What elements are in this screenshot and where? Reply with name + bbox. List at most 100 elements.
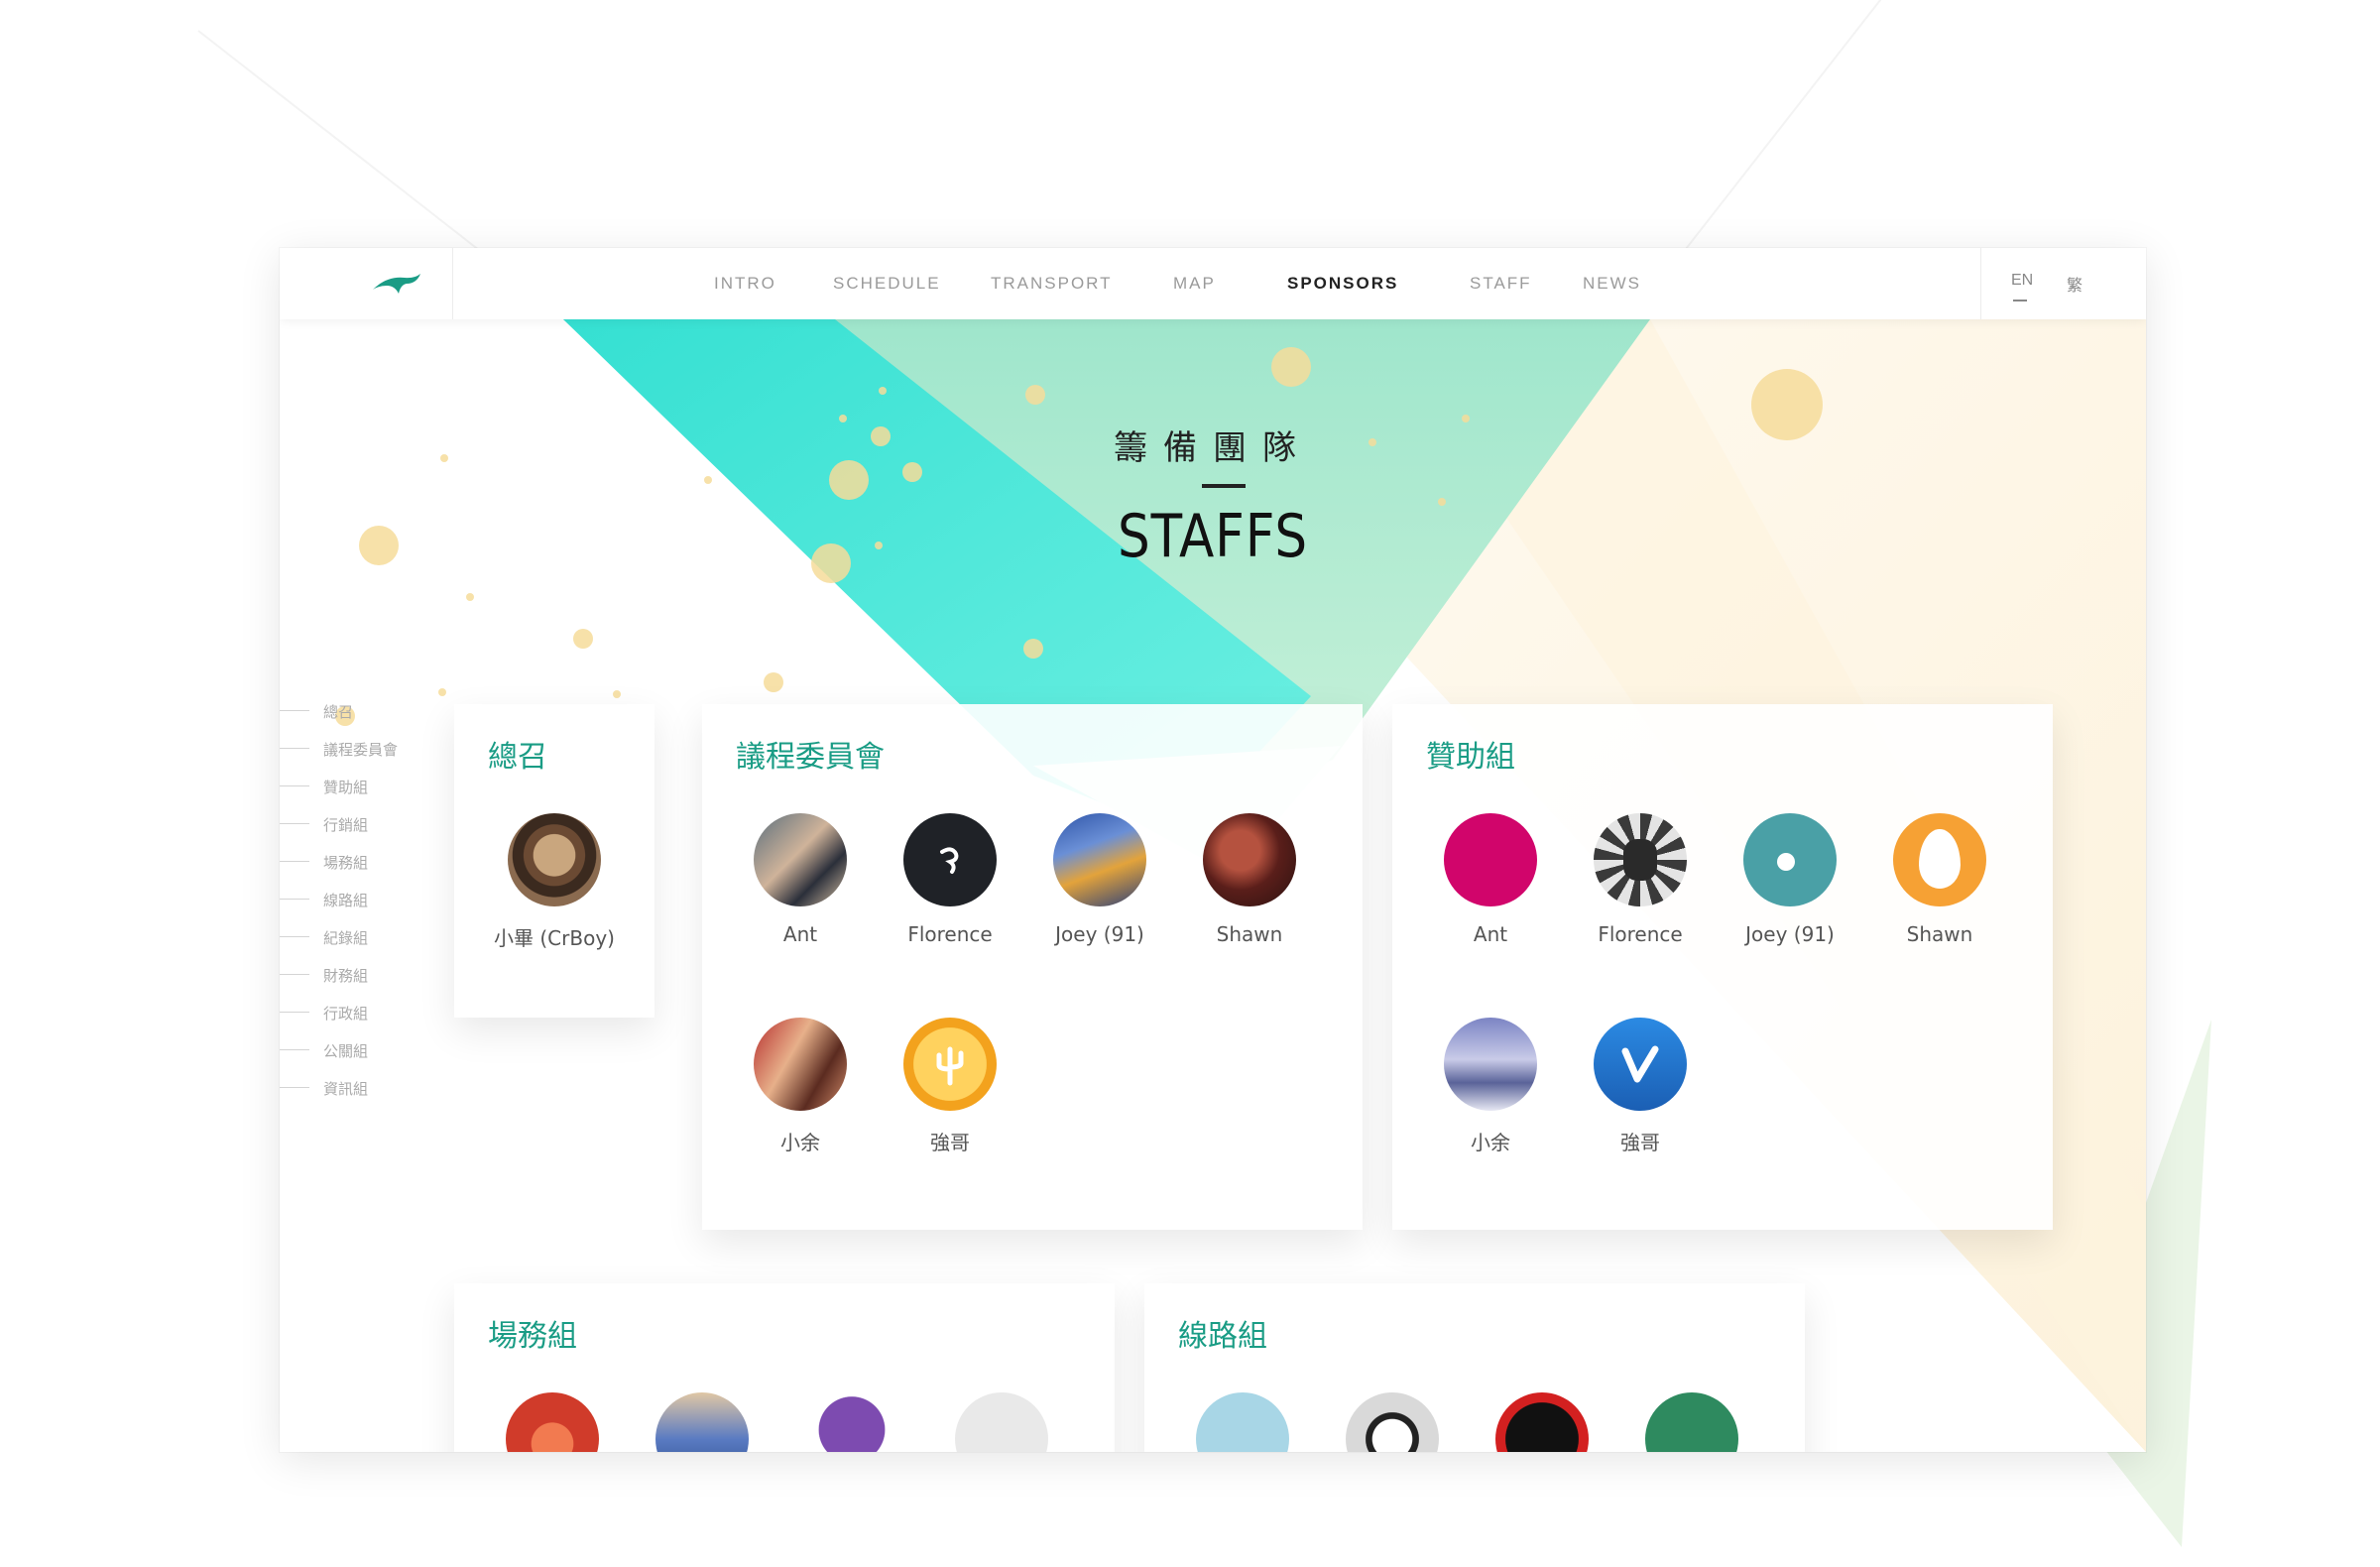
side-nav-item[interactable]: 紀錄組 <box>280 927 438 947</box>
team-title: 總召 <box>488 740 547 775</box>
side-nav-tick <box>280 823 309 824</box>
lang-en[interactable]: EN <box>2011 272 2033 290</box>
decoration-dot <box>438 688 446 696</box>
staff-member[interactable]: 小余 <box>1416 1018 1565 1155</box>
nav-schedule[interactable]: SCHEDULE <box>833 274 941 294</box>
nav-staff[interactable]: STAFF <box>1470 274 1532 294</box>
team-title: 贊助組 <box>1426 740 1515 775</box>
team-card-convener: 總召 小畢 (CrBoy) <box>454 704 654 1018</box>
decoration-dot <box>466 593 474 601</box>
decoration-dot <box>879 387 887 395</box>
side-nav-label: 公關組 <box>323 1042 369 1060</box>
staff-member[interactable]: 小畢 (CrBoy) <box>480 813 629 951</box>
staff-name: Florence <box>1598 922 1683 946</box>
staff-member[interactable]: Shawn <box>1175 813 1324 946</box>
side-nav-item[interactable]: 資訊組 <box>280 1078 438 1098</box>
staff-member[interactable] <box>777 1392 926 1452</box>
side-nav-label: 線路組 <box>323 892 369 909</box>
decoration-dot <box>764 672 783 692</box>
staff-name: 強哥 <box>1620 1131 1660 1154</box>
staff-member[interactable]: Shawn <box>1865 813 2014 946</box>
side-nav-item[interactable]: 公關組 <box>280 1040 438 1060</box>
side-nav-label: 議程委員會 <box>323 741 399 759</box>
side-nav-item[interactable]: 線路組 <box>280 890 438 909</box>
side-nav-label: 財務組 <box>323 967 369 985</box>
v-logo-icon <box>1621 1045 1659 1083</box>
nav-intro[interactable]: INTRO <box>714 274 776 294</box>
avatar <box>754 813 847 906</box>
staff-member[interactable] <box>1468 1392 1616 1452</box>
side-nav-label: 贊助組 <box>323 779 369 796</box>
nav-map[interactable]: MAP <box>1173 274 1216 294</box>
avatar <box>1495 1392 1589 1452</box>
team-card-program-committee: 議程委員會 Ant Florence Joey (91) Shawn 小余 強哥 <box>702 704 1363 1230</box>
nav-sponsors[interactable]: SPONSORS <box>1287 274 1398 294</box>
staff-member[interactable] <box>1617 1392 1766 1452</box>
side-nav-tick <box>280 785 309 786</box>
staff-member[interactable]: Joey (91) <box>1716 813 1864 946</box>
lang-zh[interactable]: 繁 <box>2067 272 2082 296</box>
nav-transport[interactable]: TRANSPORT <box>991 274 1113 294</box>
staff-name: Florence <box>907 922 993 946</box>
side-nav-tick <box>280 710 309 711</box>
staff-member[interactable]: Ant <box>1416 813 1565 946</box>
staff-member[interactable]: Joey (91) <box>1025 813 1174 946</box>
staff-name: Shawn <box>1216 922 1283 946</box>
page-content: 籌備團隊 STAFFS 總召 議程委員會 贊助組 行銷組 場務組 線路組 紀錄組… <box>280 319 2146 1452</box>
side-nav-label: 行政組 <box>323 1005 369 1023</box>
staff-member[interactable]: Ant <box>726 813 875 946</box>
staff-member[interactable]: Florence <box>1566 813 1715 946</box>
top-navbar: INTRO SCHEDULE TRANSPORT MAP SPONSORS ST… <box>280 248 2146 319</box>
side-nav-item[interactable]: 贊助組 <box>280 777 438 796</box>
side-nav-tick <box>280 974 309 975</box>
team-title: 議程委員會 <box>736 740 885 775</box>
staff-member[interactable]: 強哥 <box>876 1018 1024 1155</box>
team-title: 線路組 <box>1178 1319 1267 1354</box>
staff-name: Ant <box>782 922 818 946</box>
side-nav-item[interactable]: 財務組 <box>280 965 438 985</box>
side-nav-tick <box>280 899 309 900</box>
staff-name: Joey (91) <box>1745 922 1835 946</box>
side-nav-tick <box>280 861 309 862</box>
decoration-dot <box>359 526 399 565</box>
staff-member[interactable]: 小余 <box>726 1018 875 1155</box>
avatar <box>1743 813 1837 906</box>
staff-name: 小余 <box>780 1131 820 1154</box>
avatar <box>1444 1018 1537 1111</box>
hero-divider <box>1202 484 1246 488</box>
avatar <box>754 1018 847 1111</box>
nav-news[interactable]: NEWS <box>1583 274 1641 294</box>
avatar <box>508 813 601 906</box>
side-nav-item[interactable]: 總召 <box>280 701 438 721</box>
staff-member[interactable]: Florence <box>876 813 1024 946</box>
lang-active-indicator <box>2013 300 2027 301</box>
staff-member[interactable]: 強哥 <box>1566 1018 1715 1155</box>
side-nav-item[interactable]: 議程委員會 <box>280 739 438 759</box>
side-nav-label: 資訊組 <box>323 1080 369 1098</box>
side-nav-label: 場務組 <box>323 854 369 872</box>
staff-member[interactable] <box>1318 1392 1467 1452</box>
staff-name: Shawn <box>1906 922 1973 946</box>
main-nav: INTRO SCHEDULE TRANSPORT MAP SPONSORS ST… <box>280 248 2146 319</box>
side-nav-item[interactable]: 行銷組 <box>280 814 438 834</box>
staff-name: Joey (91) <box>1055 922 1144 946</box>
staff-member[interactable] <box>1168 1392 1317 1452</box>
hero-subtitle: 籌備團隊 <box>1114 428 1312 468</box>
side-nav-tick <box>280 1012 309 1013</box>
staff-member[interactable] <box>478 1392 627 1452</box>
side-nav-tick <box>280 1087 309 1088</box>
side-nav-item[interactable]: 行政組 <box>280 1003 438 1023</box>
side-nav-item[interactable]: 場務組 <box>280 852 438 872</box>
side-nav-label: 行銷組 <box>323 816 369 834</box>
avatar <box>955 1392 1048 1452</box>
side-nav-label: 紀錄組 <box>323 929 369 947</box>
staff-member[interactable] <box>927 1392 1076 1452</box>
swirl-icon <box>940 847 959 874</box>
side-nav-tick <box>280 1049 309 1050</box>
avatar <box>655 1392 749 1452</box>
decoration-dot <box>613 690 621 698</box>
background-line <box>1685 0 1932 250</box>
disc-icon <box>1777 853 1795 871</box>
avatar <box>1594 1018 1687 1111</box>
staff-member[interactable] <box>628 1392 776 1452</box>
